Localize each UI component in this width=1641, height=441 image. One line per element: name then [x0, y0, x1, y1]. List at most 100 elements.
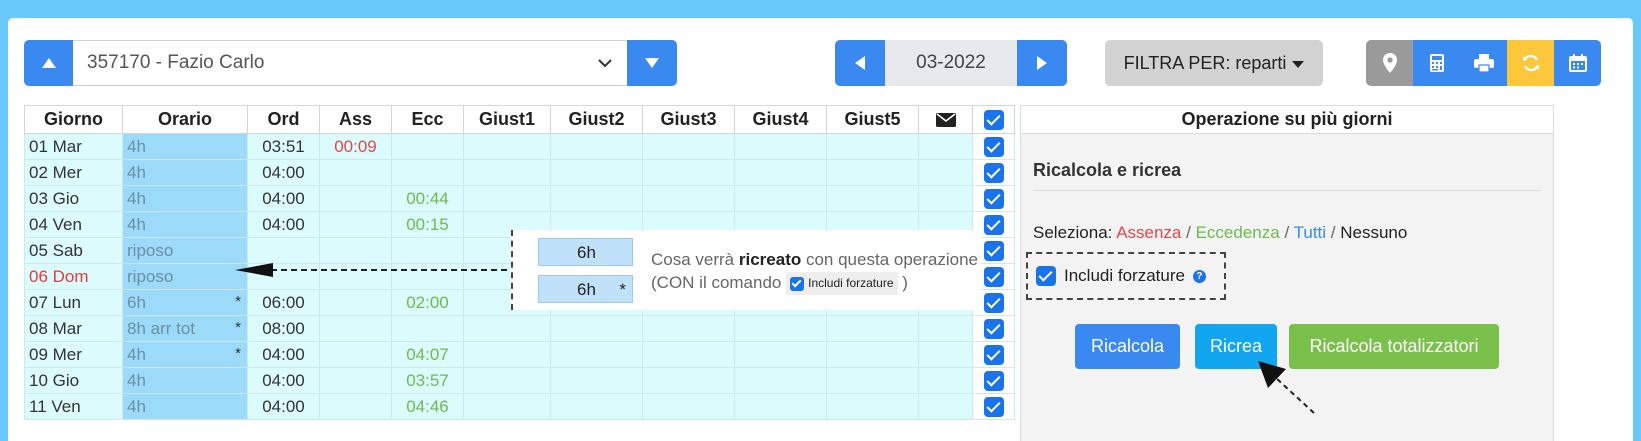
- cell-select[interactable]: [972, 185, 1015, 212]
- cell-orario[interactable]: riposo: [122, 263, 248, 290]
- includi-forzature-checkbox[interactable]: [1036, 266, 1056, 286]
- calculator-button[interactable]: [1413, 40, 1460, 86]
- cell-orario[interactable]: 4h: [122, 185, 248, 212]
- cell-giust2[interactable]: [550, 367, 643, 394]
- column-header-giust3[interactable]: Giust3: [642, 105, 735, 134]
- table-row[interactable]: 11 Ven 4h 04:00 04:46: [24, 393, 1015, 420]
- column-header-ord[interactable]: Ord: [247, 105, 320, 134]
- print-button[interactable]: [1460, 40, 1507, 86]
- select-tutti-link[interactable]: Tutti: [1294, 223, 1326, 242]
- cell-giust2[interactable]: [550, 133, 643, 160]
- cell-giust5[interactable]: [826, 185, 919, 212]
- table-row[interactable]: 08 Mar 8h arr tot * 08:00: [24, 315, 1015, 342]
- cell-orario[interactable]: 4h: [122, 159, 248, 186]
- cell-select[interactable]: [972, 367, 1015, 394]
- cell-giust2[interactable]: [550, 159, 643, 186]
- table-row[interactable]: 02 Mer 4h 04:00: [24, 159, 1015, 186]
- table-row[interactable]: 03 Gio 4h 04:00 00:44: [24, 185, 1015, 212]
- cell-orario[interactable]: 8h arr tot *: [122, 315, 248, 342]
- cell-giust1[interactable]: [463, 133, 551, 160]
- next-employee-button[interactable]: [627, 40, 677, 86]
- sync-button[interactable]: [1507, 40, 1554, 86]
- table-row[interactable]: 09 Mer 4h * 04:00 04:07: [24, 341, 1015, 368]
- cell-mail[interactable]: [918, 159, 973, 186]
- column-header-giust4[interactable]: Giust4: [734, 105, 827, 134]
- cell-giust1[interactable]: [463, 393, 551, 420]
- column-header-ecc[interactable]: Ecc: [391, 105, 464, 134]
- cell-giust5[interactable]: [826, 133, 919, 160]
- row-checkbox[interactable]: [983, 318, 1004, 339]
- cell-giust4[interactable]: [734, 133, 827, 160]
- cell-mail[interactable]: [918, 393, 973, 420]
- ricalcola-totalizzatori-button[interactable]: Ricalcola totalizzatori: [1289, 324, 1499, 369]
- cell-giust1[interactable]: [463, 159, 551, 186]
- cell-giust2[interactable]: [550, 315, 643, 342]
- cell-giust1[interactable]: [463, 185, 551, 212]
- cell-giust5[interactable]: [826, 315, 919, 342]
- column-header-giorno[interactable]: Giorno: [24, 105, 123, 134]
- cell-giust4[interactable]: [734, 367, 827, 394]
- row-checkbox[interactable]: [983, 162, 1004, 183]
- column-header-giust2[interactable]: Giust2: [550, 105, 643, 134]
- cell-giust3[interactable]: [642, 159, 735, 186]
- ricalcola-button[interactable]: Ricalcola: [1075, 324, 1180, 369]
- cell-giust2[interactable]: [550, 341, 643, 368]
- previous-employee-button[interactable]: [24, 40, 73, 86]
- cell-giust1[interactable]: [463, 367, 551, 394]
- cell-giust4[interactable]: [734, 315, 827, 342]
- table-row[interactable]: 01 Mar 4h 03:51 00:09: [24, 133, 1015, 160]
- cell-giust2[interactable]: [550, 185, 643, 212]
- cell-orario[interactable]: 6h *: [122, 289, 248, 316]
- cell-giust4[interactable]: [734, 341, 827, 368]
- cell-orario[interactable]: riposo: [122, 237, 248, 264]
- includi-forzature-label[interactable]: Includi forzature: [1064, 266, 1185, 286]
- cell-orario[interactable]: 4h: [122, 211, 248, 238]
- cell-orario[interactable]: 4h *: [122, 341, 248, 368]
- cell-giust1[interactable]: [463, 341, 551, 368]
- column-header-orario[interactable]: Orario: [122, 105, 248, 134]
- row-checkbox[interactable]: [983, 266, 1004, 287]
- cell-giust3[interactable]: [642, 367, 735, 394]
- cell-giust3[interactable]: [642, 341, 735, 368]
- cell-mail[interactable]: [918, 341, 973, 368]
- cell-giust5[interactable]: [826, 393, 919, 420]
- map-marker-button[interactable]: [1366, 40, 1413, 86]
- row-checkbox[interactable]: [983, 292, 1004, 313]
- next-month-button[interactable]: [1017, 40, 1067, 86]
- row-checkbox[interactable]: [983, 136, 1004, 157]
- cell-giust5[interactable]: [826, 341, 919, 368]
- cell-giust4[interactable]: [734, 185, 827, 212]
- cell-giust4[interactable]: [734, 159, 827, 186]
- employee-select[interactable]: 357170 - Fazio Carlo: [73, 40, 627, 86]
- help-icon[interactable]: ?: [1192, 269, 1206, 283]
- cell-mail[interactable]: [918, 185, 973, 212]
- row-checkbox[interactable]: [983, 240, 1004, 261]
- column-header-ass[interactable]: Ass: [319, 105, 392, 134]
- cell-mail[interactable]: [918, 133, 973, 160]
- select-nessuno-link[interactable]: Nessuno: [1340, 223, 1407, 242]
- cell-mail[interactable]: [918, 315, 973, 342]
- cell-orario[interactable]: 4h: [122, 133, 248, 160]
- row-checkbox[interactable]: [983, 344, 1004, 365]
- column-header-mail[interactable]: [918, 105, 973, 134]
- row-checkbox[interactable]: [983, 188, 1004, 209]
- cell-giust4[interactable]: [734, 393, 827, 420]
- calendar-button[interactable]: [1554, 40, 1601, 86]
- cell-giust3[interactable]: [642, 393, 735, 420]
- cell-giust3[interactable]: [642, 185, 735, 212]
- column-header-giust5[interactable]: Giust5: [826, 105, 919, 134]
- cell-giust5[interactable]: [826, 367, 919, 394]
- month-display[interactable]: 03-2022: [885, 40, 1017, 86]
- row-checkbox[interactable]: [983, 214, 1004, 235]
- cell-select[interactable]: [972, 393, 1015, 420]
- cell-giust5[interactable]: [826, 159, 919, 186]
- row-checkbox[interactable]: [983, 370, 1004, 391]
- previous-month-button[interactable]: [835, 40, 885, 86]
- select-all-checkbox[interactable]: [983, 110, 1004, 131]
- cell-select[interactable]: [972, 341, 1015, 368]
- cell-orario[interactable]: 4h: [122, 367, 248, 394]
- column-header-giust1[interactable]: Giust1: [463, 105, 551, 134]
- cell-giust1[interactable]: [463, 315, 551, 342]
- cell-orario[interactable]: 4h: [122, 393, 248, 420]
- cell-select[interactable]: [972, 315, 1015, 342]
